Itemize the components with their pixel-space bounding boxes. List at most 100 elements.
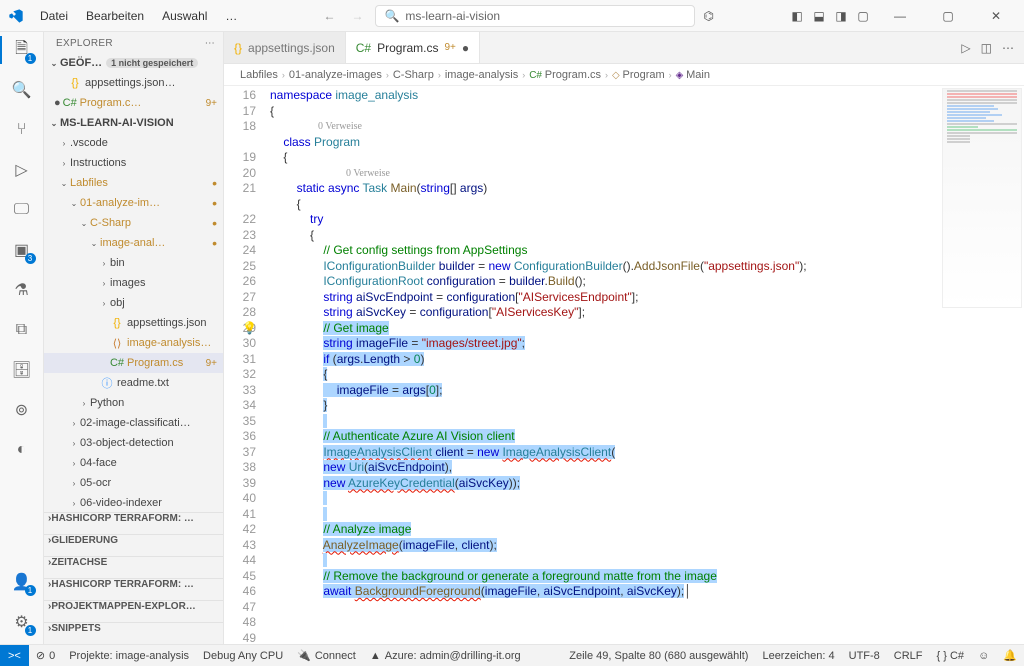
command-center[interactable]: 🔍 ms-learn-ai-vision xyxy=(375,5,695,27)
status-project[interactable]: Projekte: image-analysis xyxy=(62,650,196,662)
sidebar-section[interactable]: ›GLIEDERUNG xyxy=(44,534,223,556)
editor-tab[interactable]: {} appsettings.json xyxy=(224,32,346,63)
editor-group: {} appsettings.json C# Program.cs 9+ ● ▷… xyxy=(224,32,1024,644)
breadcrumb-item[interactable]: image-analysis xyxy=(445,69,518,81)
nav-forward-icon[interactable]: → xyxy=(347,9,367,23)
activity-run-debug-icon[interactable]: ▷ xyxy=(10,158,34,182)
breadcrumb-item[interactable]: C# Program.cs xyxy=(529,69,601,81)
dirty-indicator-icon: ● xyxy=(54,97,61,109)
command-center-text: ms-learn-ai-vision xyxy=(405,9,500,23)
more-actions-icon[interactable]: ⋯ xyxy=(1002,41,1014,55)
folder-item[interactable]: ⌄C-Sharp• xyxy=(44,213,223,233)
folder-item[interactable]: ›04-face xyxy=(44,453,223,473)
status-connect[interactable]: 🔌 Connect xyxy=(290,649,363,662)
run-icon[interactable]: ▷ xyxy=(961,41,970,55)
minimap[interactable] xyxy=(942,88,1022,308)
activity-search-icon[interactable]: 🔍 xyxy=(10,78,34,102)
folder-item[interactable]: ›Python xyxy=(44,393,223,413)
workspace-section[interactable]: ⌄MS-LEARN-AI-VISION xyxy=(44,113,223,133)
tab-label: appsettings.json xyxy=(248,41,335,55)
folder-item[interactable]: ›.vscode xyxy=(44,133,223,153)
menu-edit[interactable]: Bearbeiten xyxy=(78,5,152,27)
open-editors-section[interactable]: ⌄GEÖF… 1 nicht gespeichert xyxy=(44,53,223,73)
breadcrumb-item[interactable]: 01-analyze-images xyxy=(289,69,382,81)
open-editor-name: Program.c… xyxy=(80,97,142,109)
file-item[interactable]: ⓘreadme.txt xyxy=(44,373,223,393)
folder-item[interactable]: ›02-image-classificati… xyxy=(44,413,223,433)
toggle-secondary-sidebar-icon[interactable]: ◨ xyxy=(832,9,850,23)
activity-extensions-icon[interactable]: ▣3 xyxy=(10,238,34,262)
activity-settings-icon[interactable]: ⚙1 xyxy=(10,610,34,634)
status-feedback-icon[interactable]: ☺ xyxy=(971,649,996,662)
menu-selection[interactable]: Auswahl xyxy=(154,5,215,27)
sidebar-section[interactable]: ›SNIPPETS xyxy=(44,622,223,644)
file-item[interactable]: {}appsettings.json xyxy=(44,313,223,333)
menu-file[interactable]: Datei xyxy=(32,5,76,27)
activity-remote-icon[interactable]: 🖵 xyxy=(10,198,34,222)
sidebar-section[interactable]: ›ZEITACHSE xyxy=(44,556,223,578)
status-notifications-icon[interactable]: 🔔 xyxy=(996,649,1024,662)
folder-item[interactable]: ›05-ocr xyxy=(44,473,223,493)
activity-other2-icon[interactable]: ◐ xyxy=(10,438,34,462)
folder-item[interactable]: ›03-object-detection xyxy=(44,433,223,453)
toggle-panel-icon[interactable]: ⬓ xyxy=(810,9,828,23)
code-editor[interactable]: 161718 192021 22232425262728293031323334… xyxy=(224,86,1024,644)
csharp-file-icon: C# xyxy=(356,41,371,55)
window-maximize-icon[interactable]: ▢ xyxy=(928,9,968,23)
breadcrumbs[interactable]: Labfiles›01-analyze-images›C-Sharp›image… xyxy=(224,64,1024,86)
window-minimize-icon[interactable]: — xyxy=(880,9,920,23)
activity-source-control-icon[interactable]: ⑂ xyxy=(10,118,34,142)
status-cursor-position[interactable]: Zeile 49, Spalte 80 (680 ausgewählt) xyxy=(562,649,755,662)
breadcrumb-item[interactable]: Labfiles xyxy=(240,69,278,81)
customize-layout-icon[interactable]: ▢ xyxy=(854,9,872,23)
status-bar: >< ⊘ 0 Projekte: image-analysis Debug An… xyxy=(0,644,1024,666)
breadcrumb-item[interactable]: ◇ Program xyxy=(612,69,665,81)
toggle-primary-sidebar-icon[interactable]: ◧ xyxy=(788,9,806,23)
activity-terminal-icon[interactable]: ⧉ xyxy=(10,318,34,342)
folder-item[interactable]: ›obj xyxy=(44,293,223,313)
folder-item[interactable]: ›Instructions xyxy=(44,153,223,173)
folder-item[interactable]: ⌄Labfiles• xyxy=(44,173,223,193)
status-problems[interactable]: ⊘ 0 xyxy=(29,649,62,662)
explorer-badge: 1 xyxy=(25,53,36,64)
status-indentation[interactable]: Leerzeichen: 4 xyxy=(755,649,841,662)
breadcrumb-item[interactable]: ◈ Main xyxy=(676,69,710,81)
sidebar-section[interactable]: ›PROJEKTMAPPEN-EXPLOR… xyxy=(44,600,223,622)
status-debug-config[interactable]: Debug Any CPU xyxy=(196,650,290,662)
breadcrumb-item[interactable]: C-Sharp xyxy=(393,69,434,81)
activity-other-icon[interactable]: ⊚ xyxy=(10,398,34,422)
activity-database-icon[interactable]: 🗄 xyxy=(10,358,34,382)
split-editor-icon[interactable]: ◫ xyxy=(981,41,992,55)
activity-explorer-icon[interactable]: 🗎1 xyxy=(10,38,34,62)
lightbulb-icon[interactable]: 💡 xyxy=(242,321,257,337)
status-azure[interactable]: ▲ Azure: admin@drilling-it.org xyxy=(363,650,528,662)
folder-item[interactable]: ›images xyxy=(44,273,223,293)
folder-item[interactable]: ⌄01-analyze-im…• xyxy=(44,193,223,213)
nav-back-icon[interactable]: ← xyxy=(319,9,339,23)
remote-indicator[interactable]: >< xyxy=(0,645,29,666)
folder-item[interactable]: ›bin xyxy=(44,253,223,273)
activity-testing-icon[interactable]: ⚗ xyxy=(10,278,34,302)
title-bar: Datei Bearbeiten Auswahl … ← → 🔍 ms-lear… xyxy=(0,0,1024,32)
status-eol[interactable]: CRLF xyxy=(887,649,930,662)
tab-problem-count: 9+ xyxy=(444,42,455,53)
open-editor-item[interactable]: ● C# Program.c… 9+ xyxy=(44,93,223,113)
open-editor-item[interactable]: {} appsettings.json… xyxy=(44,73,223,93)
accounts-badge: 1 xyxy=(25,585,36,596)
window-close-icon[interactable]: ✕ xyxy=(976,9,1016,23)
editor-tab[interactable]: C# Program.cs 9+ ● xyxy=(346,32,480,63)
folder-item[interactable]: ›06-video-indexer xyxy=(44,493,223,512)
folder-item[interactable]: ⌄image-anal…• xyxy=(44,233,223,253)
code-content[interactable]: namespace image_analysis{0 Verweise clas… xyxy=(270,86,1024,644)
file-item[interactable]: ⟨⟩image-analysis… xyxy=(44,333,223,353)
activity-accounts-icon[interactable]: 👤1 xyxy=(10,570,34,594)
status-encoding[interactable]: UTF-8 xyxy=(842,649,887,662)
status-language[interactable]: { } C# xyxy=(930,649,972,662)
sidebar-section[interactable]: ›HASHICORP TERRAFORM: … xyxy=(44,512,223,534)
explorer-more-icon[interactable]: ⋯ xyxy=(205,38,215,49)
copilot-icon[interactable]: ⌬ xyxy=(703,9,713,23)
problem-count: 9+ xyxy=(206,98,217,109)
file-item[interactable]: C#Program.cs9+ xyxy=(44,353,223,373)
menu-more[interactable]: … xyxy=(217,5,245,27)
sidebar-section[interactable]: ›HASHICORP TERRAFORM: … xyxy=(44,578,223,600)
